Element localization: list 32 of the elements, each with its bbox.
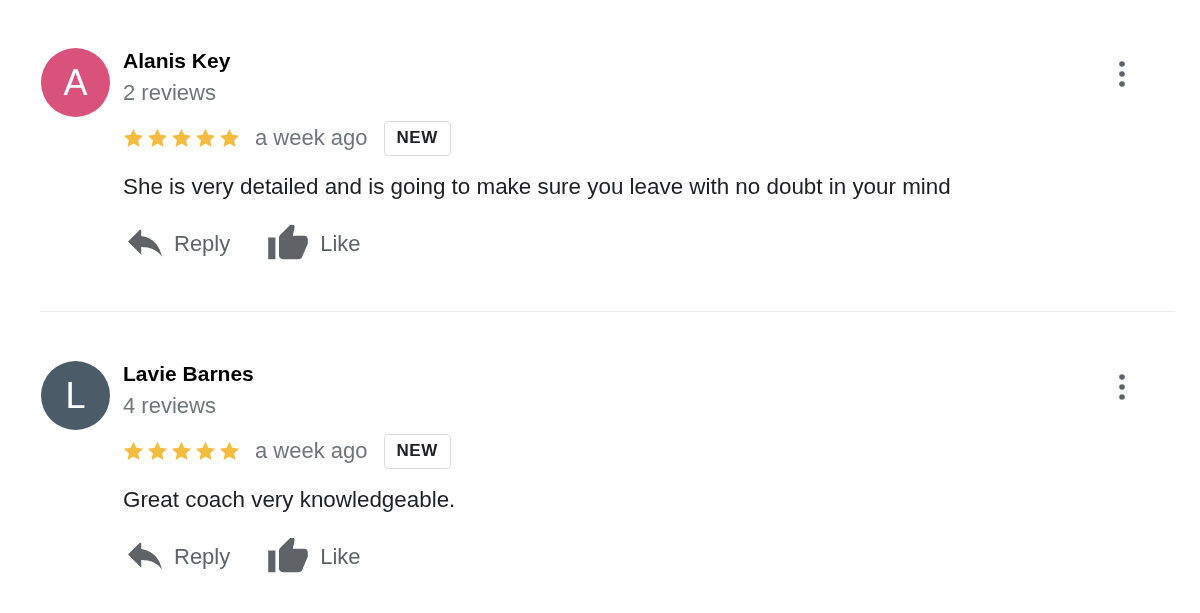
review-time: a week ago [255, 125, 368, 151]
thumbs-up-icon [268, 225, 309, 261]
new-badge: NEW [383, 433, 451, 469]
reviewer-name[interactable]: Alanis Key [123, 48, 231, 74]
review-time: a week ago [255, 438, 368, 464]
star-icon [171, 441, 192, 461]
review-count[interactable]: 2 reviews [123, 80, 216, 106]
reply-arrow-icon [128, 542, 162, 570]
star-icon [195, 441, 216, 461]
thumbs-up-icon [268, 538, 309, 574]
star-icon [123, 128, 144, 148]
star-icon [195, 128, 216, 148]
review-text: She is very detailed and is going to make sure you leave with no doubt in your mind [123, 174, 951, 200]
reviewer-name[interactable]: Lavie Barnes [123, 361, 254, 387]
review-count[interactable]: 4 reviews [123, 393, 216, 419]
avatar: A [41, 48, 110, 117]
review-text: Great coach very knowledgeable. [123, 487, 456, 513]
avatar: L [41, 361, 110, 430]
star-icon [123, 441, 144, 461]
star-icon [147, 128, 168, 148]
star-icon [171, 128, 192, 148]
more-vertical-icon [1119, 374, 1125, 400]
reply-button[interactable]: Reply [128, 226, 231, 260]
like-button[interactable]: Like [268, 538, 361, 574]
star-icon [147, 441, 168, 461]
more-vertical-icon [1119, 61, 1125, 87]
star-icon [219, 441, 240, 461]
reply-arrow-icon [128, 229, 162, 257]
new-badge: NEW [383, 120, 451, 156]
reply-button[interactable]: Reply [128, 539, 231, 573]
like-button[interactable]: Like [268, 225, 361, 261]
star-icon [219, 128, 240, 148]
